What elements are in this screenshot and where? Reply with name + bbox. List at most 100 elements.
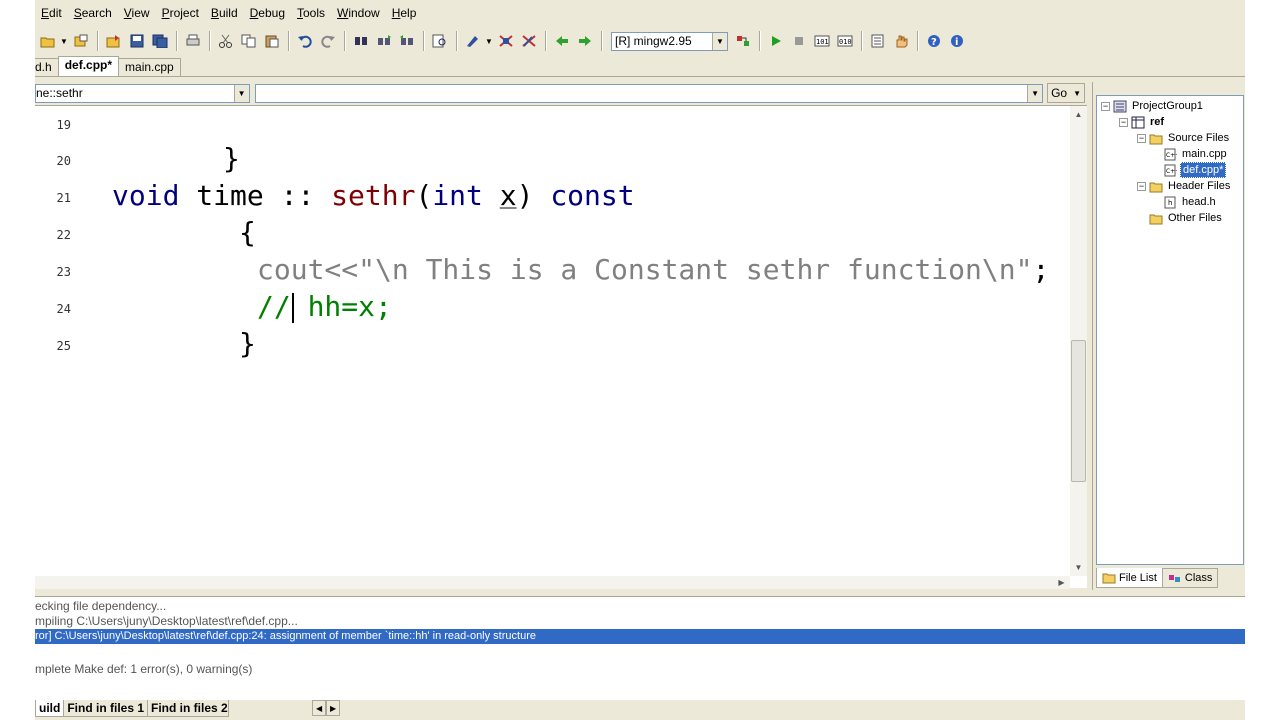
- menu-search[interactable]: Search: [68, 2, 118, 24]
- find-next-icon: [376, 34, 392, 48]
- error-message[interactable]: ror] C:\Users\juny\Desktop\latest\ref\de…: [35, 629, 1245, 644]
- chevron-down-icon[interactable]: ▼: [1027, 84, 1043, 102]
- menu-tools[interactable]: Tools: [291, 2, 331, 24]
- scroll-left-icon[interactable]: ◀: [312, 700, 327, 716]
- editor-tab[interactable]: def.cpp*: [57, 56, 120, 76]
- symbol-combo[interactable]: ▼: [254, 83, 1044, 103]
- menu-debug[interactable]: Debug: [244, 2, 291, 24]
- build-button[interactable]: 101: [811, 30, 833, 52]
- code-line[interactable]: 24 // hh=x;: [35, 290, 1070, 327]
- editor-tab[interactable]: d.h: [35, 58, 59, 76]
- hand-button[interactable]: [890, 30, 912, 52]
- code-line[interactable]: 21 void time :: sethr(int x) const: [35, 179, 1070, 216]
- code-line[interactable]: 19: [35, 106, 1070, 143]
- tree-node[interactable]: h head.h: [1163, 194, 1218, 210]
- menu-help[interactable]: Help: [386, 2, 423, 24]
- redo-button[interactable]: [317, 30, 339, 52]
- cut-button[interactable]: [215, 30, 237, 52]
- rebuild-button[interactable]: [732, 30, 754, 52]
- info-button[interactable]: i: [946, 30, 968, 52]
- vertical-scrollbar[interactable]: ▲ ▼: [1070, 106, 1087, 576]
- scrollbar-thumb[interactable]: [1071, 340, 1086, 482]
- print-button[interactable]: [182, 30, 204, 52]
- options-button[interactable]: [867, 30, 889, 52]
- output-line[interactable]: mplete Make def: 1 error(s), 0 warning(s…: [35, 662, 252, 677]
- copy-icon: [241, 34, 257, 48]
- find-in-files-button[interactable]: [429, 30, 451, 52]
- tree-node[interactable]: − Header Files: [1137, 178, 1232, 194]
- compiler-select[interactable]: [R] mingw2.95 ▼: [611, 31, 728, 51]
- scroll-right-icon[interactable]: ▶: [1053, 574, 1070, 591]
- collapse-icon[interactable]: −: [1137, 133, 1146, 143]
- debug-toggle-button[interactable]: [495, 30, 517, 52]
- save-button[interactable]: [126, 30, 148, 52]
- collapse-icon[interactable]: −: [1119, 117, 1128, 127]
- code-editor[interactable]: 1920} 21 void time :: sethr(int x) const 22…: [35, 105, 1087, 589]
- open-folder-button[interactable]: [37, 30, 59, 52]
- output-line[interactable]: ecking file dependency...: [35, 599, 166, 614]
- panel-tab[interactable]: Class: [1161, 568, 1219, 588]
- panel-tab[interactable]: File List: [1096, 568, 1163, 588]
- tree-node[interactable]: C++def.cpp*: [1163, 162, 1227, 178]
- find-next-button[interactable]: [373, 30, 395, 52]
- back-arrow-button[interactable]: [551, 30, 573, 52]
- undo-button[interactable]: [294, 30, 316, 52]
- code-token: void: [112, 179, 180, 212]
- go-button[interactable]: Go ▼: [1047, 83, 1086, 103]
- clear-breakpoints-button[interactable]: [518, 30, 540, 52]
- code-line[interactable]: 22 {: [35, 216, 1070, 253]
- code-line[interactable]: 20}: [35, 142, 1070, 179]
- collapse-icon[interactable]: −: [1137, 181, 1146, 191]
- find-icon: [353, 34, 369, 48]
- chevron-down-icon[interactable]: ▼: [485, 30, 493, 52]
- chevron-down-icon[interactable]: ▼: [233, 84, 249, 102]
- menu-project[interactable]: Project: [156, 2, 205, 24]
- tree-node[interactable]: − ProjectGroup1: [1101, 98, 1205, 114]
- open-project-button[interactable]: [103, 30, 125, 52]
- menu-view[interactable]: View: [118, 2, 156, 24]
- chevron-down-icon[interactable]: ▼: [60, 30, 68, 52]
- chevron-down-icon[interactable]: ▼: [712, 32, 727, 50]
- find-button[interactable]: [350, 30, 372, 52]
- scroll-right-icon[interactable]: ▶: [326, 700, 341, 716]
- build-output[interactable]: ecking file dependency... mpiling C:\User…: [35, 596, 1245, 700]
- stop-button[interactable]: [788, 30, 810, 52]
- menu-build[interactable]: Build: [205, 2, 244, 24]
- scroll-down-icon[interactable]: ▼: [1070, 559, 1087, 576]
- scroll-up-icon[interactable]: ▲: [1070, 106, 1087, 123]
- scope-combo[interactable]: ne::sethr ▼: [35, 83, 250, 103]
- forward-arrow-button[interactable]: [574, 30, 596, 52]
- project-tree[interactable]: −ProjectGroup1−ref−Source FilesC++main.c…: [1096, 95, 1244, 565]
- output-line[interactable]: mpiling C:\Users\juny\Desktop\latest\ref…: [35, 614, 298, 629]
- run-icon: [768, 34, 784, 48]
- copy-button[interactable]: [238, 30, 260, 52]
- breakpoint-button[interactable]: [462, 30, 484, 52]
- code-text: void time :: sethr(int x) const: [112, 179, 635, 212]
- output-tab[interactable]: Find in files 1: [63, 700, 149, 717]
- find-prev-icon: [399, 34, 415, 48]
- run-button[interactable]: [765, 30, 787, 52]
- code-line[interactable]: 25}: [35, 327, 1070, 364]
- output-tab[interactable]: uild: [35, 700, 65, 717]
- help-button[interactable]: ?: [923, 30, 945, 52]
- tree-node[interactable]: Other Files: [1149, 210, 1224, 226]
- tree-node[interactable]: − ref: [1119, 114, 1166, 130]
- horizontal-scrollbar[interactable]: ▶: [35, 576, 1070, 589]
- code-area[interactable]: 1920} 21 void time :: sethr(int x) const 22…: [35, 106, 1070, 576]
- new-project-button[interactable]: [70, 30, 92, 52]
- editor-tab[interactable]: main.cpp: [118, 58, 181, 76]
- menu-edit[interactable]: Edit: [35, 2, 68, 24]
- collapse-icon[interactable]: −: [1101, 101, 1110, 111]
- find-prev-button[interactable]: [396, 30, 418, 52]
- save-all-button[interactable]: [149, 30, 171, 52]
- code-token: sethr: [331, 179, 416, 212]
- build-all-button[interactable]: 010: [834, 30, 856, 52]
- line-number: 19: [56, 118, 71, 132]
- paste-button[interactable]: [261, 30, 283, 52]
- code-line[interactable]: 23 cout<<"\n This is a Constant sethr fun…: [35, 253, 1070, 290]
- tree-node[interactable]: − Source Files: [1137, 130, 1231, 146]
- tree-node[interactable]: C++ main.cpp: [1163, 146, 1229, 162]
- menu-window[interactable]: Window: [331, 2, 386, 24]
- output-tab[interactable]: Find in files 2: [147, 700, 230, 717]
- code-token: // hh=x;: [257, 290, 392, 323]
